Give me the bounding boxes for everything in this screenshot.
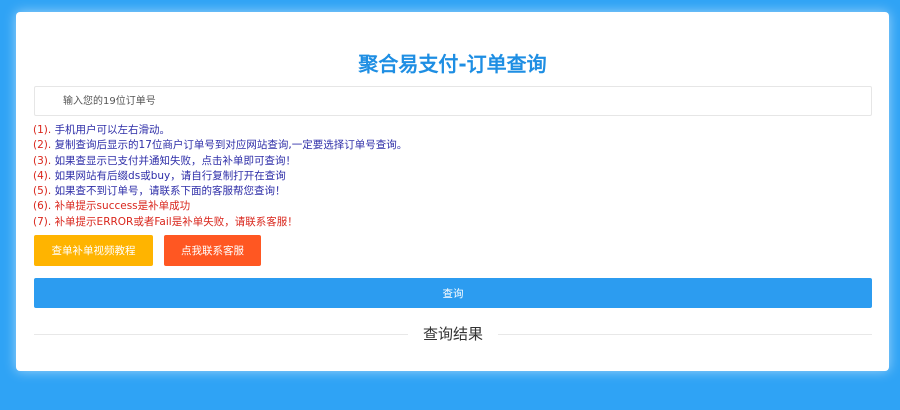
instructions-list: (1). 手机用户可以左右滑动。 (2). 复制查询后显示的17位商户订单号到对… (33, 123, 407, 230)
contact-service-button[interactable]: 点我联系客服 (164, 235, 261, 266)
result-title: 查询结果 (408, 323, 498, 344)
instruction-item: (4). 如果网站有后缀ds或buy，请自行复制打开在查询 (33, 169, 286, 182)
query-button[interactable]: 查询 (34, 278, 872, 308)
instruction-item: (5). 如果查不到订单号，请联系下面的客服帮您查询！ (33, 185, 286, 198)
page-title: 聚合易支付-订单查询 (358, 52, 547, 76)
instruction-item: (7). 补单提示ERROR或者Fail是补单失败，请联系客服！ (33, 215, 298, 228)
instruction-item: (6). 补单提示success是补单成功 (33, 200, 191, 213)
instruction-item: (3). 如果查显示已支付并通知失败，点击补单即可查询！ (33, 154, 297, 167)
video-tutorial-button[interactable]: 查单补单视频教程 (34, 235, 153, 266)
instruction-item: (2). 复制查询后显示的17位商户订单号到对应网站查询,一定要选择订单号查询。 (33, 139, 408, 152)
order-query-card: 聚合易支付-订单查询 (1). 手机用户可以左右滑动。 (2). 复制查询后显示… (16, 12, 889, 371)
instruction-item: (1). 手机用户可以左右滑动。 (33, 124, 171, 136)
order-number-input[interactable] (34, 86, 872, 116)
